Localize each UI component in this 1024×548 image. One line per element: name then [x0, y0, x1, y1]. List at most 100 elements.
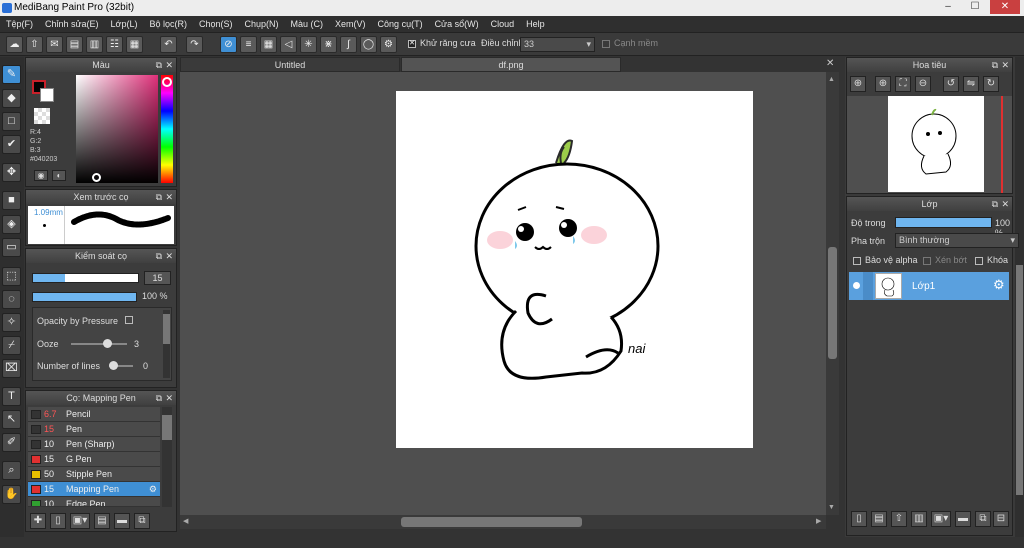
popout-icon[interactable]: ⧉	[156, 249, 162, 263]
select-pen-tool-icon[interactable]: ✔	[2, 135, 21, 154]
zoom-out-icon[interactable]: ⊖	[915, 76, 931, 92]
background-color-swatch[interactable]	[40, 88, 54, 102]
menu-view[interactable]: Xem(V)	[329, 16, 372, 33]
gradient-tool-icon[interactable]: ▭	[2, 238, 21, 257]
clipping-checkbox[interactable]	[923, 256, 931, 265]
brush-list-scrollbar[interactable]	[162, 407, 172, 507]
antialias-toggle[interactable]: ✕ Khử răng cưa	[408, 38, 476, 48]
transparent-swatch[interactable]	[34, 108, 50, 124]
brush-item-pen-sharp[interactable]: 10 Pen (Sharp)	[28, 437, 160, 452]
zoom-in-alt-icon[interactable]: ⊕	[875, 76, 891, 92]
move-tool-icon[interactable]: ✥	[2, 163, 21, 182]
add-brush-icon[interactable]: ✚	[30, 513, 46, 529]
opacity-slider[interactable]	[32, 292, 137, 302]
eyedropper-tool-icon[interactable]: ⌕	[2, 461, 21, 480]
brush-item-g-pen[interactable]: 15 G Pen	[28, 452, 160, 467]
protect-alpha-checkbox[interactable]	[853, 256, 861, 265]
new-1bit-layer-icon[interactable]: ▥	[911, 511, 927, 527]
menu-select[interactable]: Chọn(S)	[193, 16, 239, 33]
brush-menu-icon[interactable]: ▣▾	[70, 513, 90, 529]
menu-file[interactable]: Tệp(F)	[0, 16, 39, 33]
undo-icon[interactable]: ↶	[160, 36, 177, 53]
bucket-tool-icon[interactable]: ◈	[2, 215, 21, 234]
lasso-tool-icon[interactable]: ◌	[2, 290, 21, 309]
maximize-button[interactable]: ☐	[963, 0, 987, 14]
zoom-in-icon[interactable]: ⊕	[850, 76, 866, 92]
hue-slider[interactable]	[161, 75, 173, 183]
options-scrollbar[interactable]	[163, 310, 170, 378]
cloud-icon[interactable]: ☁	[6, 36, 23, 53]
vanish-snap-icon[interactable]: ◁	[280, 36, 297, 53]
chat-icon[interactable]: ▤	[66, 36, 83, 53]
fill-rect-tool-icon[interactable]: ■	[2, 191, 21, 210]
upload-icon[interactable]: ⇧	[26, 36, 43, 53]
brush-item-pen[interactable]: 15 Pen	[28, 422, 160, 437]
canvas-vertical-scrollbar[interactable]: ▲ ▼	[826, 72, 839, 515]
dot-tool-icon[interactable]: □	[2, 112, 21, 131]
menu-help[interactable]: Help	[520, 16, 551, 33]
minimize-button[interactable]: –	[936, 0, 960, 14]
tab-df-png[interactable]: df.png	[401, 57, 621, 72]
menu-capture[interactable]: Chụp(N)	[239, 16, 285, 33]
radial-snap-icon[interactable]: ✳	[300, 36, 317, 53]
merge-layer-icon[interactable]: ⊟	[993, 511, 1009, 527]
protect-alpha-toggle[interactable]: Bảo vệ alpha	[853, 255, 918, 265]
size-slider[interactable]	[32, 273, 139, 283]
navigator-preview[interactable]	[847, 96, 1012, 193]
horizontal-scroll-thumb[interactable]	[401, 517, 582, 527]
redo-icon[interactable]: ↷	[186, 36, 203, 53]
palette-icon[interactable]: ◉	[34, 170, 48, 181]
hue-cursor[interactable]	[162, 77, 172, 87]
popout-icon[interactable]: ⧉	[156, 58, 162, 72]
brush-item-edge-pen[interactable]: 10 Edge Pen	[28, 497, 160, 507]
lock-toggle[interactable]: Khóa	[975, 255, 1008, 265]
popout-icon[interactable]: ⧉	[156, 391, 162, 405]
close-icon[interactable]: ✕	[1001, 197, 1009, 211]
select-tool-icon[interactable]: ⬚	[2, 267, 21, 286]
select-pen-icon[interactable]: ⌿	[2, 336, 21, 355]
popout-icon[interactable]: ⧉	[992, 197, 998, 211]
gear-icon[interactable]: ⚙	[149, 482, 157, 497]
eraser-tool-icon[interactable]: ◆	[2, 89, 21, 108]
clipping-toggle[interactable]: Xén bớt	[923, 255, 967, 265]
opacity-pressure-checkbox[interactable]	[125, 316, 133, 324]
select-eraser-icon[interactable]: ⌧	[2, 359, 21, 378]
radial-line-icon[interactable]: ⋇	[320, 36, 337, 53]
folder-icon[interactable]: ▬	[114, 513, 130, 529]
duplicate-layer-icon[interactable]: ⧉	[975, 511, 991, 527]
brush-item-stipple-pen[interactable]: 50 Stipple Pen	[28, 467, 160, 482]
ooze-slider[interactable]	[71, 339, 127, 348]
size-value-field[interactable]: 15	[144, 271, 171, 285]
fit-window-icon[interactable]: ⛶	[895, 76, 911, 92]
menu-filter[interactable]: Bộ lọc(R)	[143, 16, 193, 33]
settings-snap-icon[interactable]: ⚙	[380, 36, 397, 53]
menu-edit[interactable]: Chỉnh sửa(E)	[39, 16, 105, 33]
rotate-right-icon[interactable]: ↻	[983, 76, 999, 92]
close-icon[interactable]: ✕	[165, 58, 173, 72]
menu-layer[interactable]: Lớp(L)	[105, 16, 144, 33]
close-icon[interactable]: ✕	[165, 249, 173, 263]
soft-edge-toggle[interactable]: Cạnh mềm	[602, 38, 658, 48]
magic-wand-tool-icon[interactable]: ✧	[2, 313, 21, 332]
canvas-horizontal-scrollbar[interactable]: ◀ ▶	[180, 515, 826, 529]
visibility-icon[interactable]	[853, 282, 860, 289]
layer-menu-icon[interactable]: ▣▾	[931, 511, 951, 527]
vertical-scroll-thumb[interactable]	[828, 247, 837, 359]
parallel-snap-icon[interactable]: ≡	[240, 36, 257, 53]
text-tool-icon[interactable]: T	[2, 387, 21, 406]
menu-tools[interactable]: Công cụ(T)	[372, 16, 429, 33]
brush-tool-icon[interactable]: ✎	[2, 65, 21, 84]
curve-snap-icon[interactable]: ∫	[340, 36, 357, 53]
layer-opacity-slider[interactable]	[895, 217, 992, 228]
soft-edge-checkbox[interactable]	[602, 39, 610, 48]
new-8bit-layer-icon[interactable]: ⇧	[891, 511, 907, 527]
cross-snap-icon[interactable]: ▦	[260, 36, 277, 53]
brush-item-pencil[interactable]: 6.7 Pencil	[28, 407, 160, 422]
brush-item-mapping-pen[interactable]: 15 Mapping Pen ⚙	[28, 482, 160, 497]
right-dock-scrollbar[interactable]	[1015, 57, 1024, 537]
no-snap-icon[interactable]: ⊘	[220, 36, 237, 53]
color-wheel-icon[interactable]: ◐	[52, 170, 66, 181]
list-icon[interactable]: ☷	[106, 36, 123, 53]
hand-tool-icon[interactable]: ✋	[2, 485, 21, 504]
drawing-canvas[interactable]: nai	[396, 91, 753, 448]
